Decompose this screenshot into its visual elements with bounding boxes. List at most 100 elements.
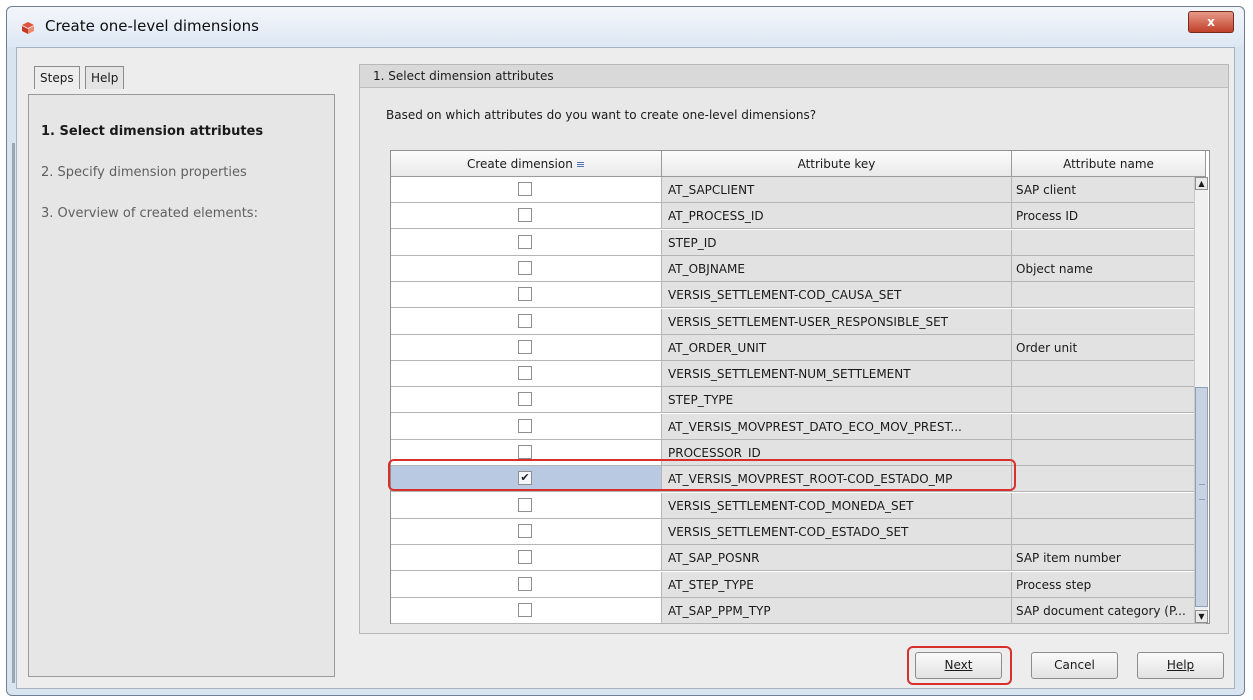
attribute-key-cell[interactable]: STEP_TYPE: [662, 387, 1012, 414]
create-dimension-cell: [391, 229, 662, 256]
app-icon: [22, 22, 34, 34]
create-dimension-checkbox[interactable]: [518, 366, 532, 381]
column-header-attribute-name[interactable]: Attribute name: [1012, 151, 1206, 177]
table-row[interactable]: VERSIS_SETTLEMENT-COD_CAUSA_SET: [391, 282, 1206, 309]
create-dimension-checkbox[interactable]: [518, 497, 532, 512]
attribute-name-cell[interactable]: [1012, 518, 1206, 545]
table-row[interactable]: VERSIS_SETTLEMENT-USER_RESPONSIBLE_SET: [391, 308, 1206, 335]
table-row[interactable]: VERSIS_SETTLEMENT-COD_ESTADO_SET: [391, 518, 1206, 545]
create-dimension-checkbox[interactable]: [518, 392, 532, 407]
column-header-create-dimension[interactable]: Create dimension ≡: [391, 151, 662, 177]
create-dimension-checkbox[interactable]: [518, 576, 532, 591]
attribute-key-cell[interactable]: VERSIS_SETTLEMENT-NUM_SETTLEMENT: [662, 361, 1012, 388]
table-row[interactable]: VERSIS_SETTLEMENT-COD_MONEDA_SET: [391, 492, 1206, 519]
create-dimension-cell: [391, 361, 662, 388]
scroll-up-arrow-icon[interactable]: ▲: [1195, 177, 1208, 190]
table-scrollbar[interactable]: ▲ ▼: [1194, 177, 1208, 623]
table-row[interactable]: AT_SAPCLIENT SAP client: [391, 177, 1206, 203]
attribute-key-cell[interactable]: VERSIS_SETTLEMENT-COD_MONEDA_SET: [662, 492, 1012, 519]
attribute-key-cell[interactable]: AT_SAP_POSNR: [662, 545, 1012, 572]
window-title: Create one-level dimensions: [45, 17, 259, 35]
steps-panel: 1. Select dimension attributes 2. Specif…: [28, 94, 335, 677]
table-row[interactable]: AT_SAP_PPM_TYP SAP document category (P..…: [391, 597, 1206, 624]
help-button[interactable]: Help: [1137, 652, 1224, 679]
scroll-down-arrow-icon[interactable]: ▼: [1195, 610, 1208, 623]
create-dimension-checkbox[interactable]: [518, 339, 532, 354]
attribute-name-cell[interactable]: [1012, 492, 1206, 519]
create-dimension-cell: [391, 597, 662, 624]
tab-steps[interactable]: Steps: [34, 66, 80, 89]
create-dimension-checkbox[interactable]: [518, 287, 532, 302]
attribute-name-cell[interactable]: [1012, 229, 1206, 256]
create-dimension-cell: [391, 492, 662, 519]
create-dimension-cell: [391, 387, 662, 414]
attribute-name-cell[interactable]: [1012, 282, 1206, 309]
close-button[interactable]: x: [1188, 11, 1234, 33]
scroll-grip-icon: [1199, 484, 1205, 500]
create-dimension-cell: [391, 177, 662, 203]
table-row[interactable]: VERSIS_SETTLEMENT-NUM_SETTLEMENT: [391, 361, 1206, 388]
attribute-name-cell[interactable]: [1012, 440, 1206, 466]
attribute-name-cell[interactable]: [1012, 308, 1206, 335]
table-row[interactable]: AT_OBJNAME Object name: [391, 255, 1206, 282]
attribute-name-cell[interactable]: [1012, 466, 1206, 493]
create-dimension-checkbox[interactable]: [518, 445, 532, 459]
table-header: Create dimension ≡ Attribute key Attribut…: [391, 151, 1206, 177]
scrollbar-thumb[interactable]: [1195, 387, 1208, 607]
table-row[interactable]: AT_VERSIS_MOVPREST_DATO_ECO_MOV_PREST...: [391, 413, 1206, 440]
attribute-key-cell[interactable]: VERSIS_SETTLEMENT-USER_RESPONSIBLE_SET: [662, 308, 1012, 335]
create-dimension-cell: [391, 308, 662, 335]
table-row[interactable]: AT_PROCESS_ID Process ID: [391, 203, 1206, 230]
table-row[interactable]: AT_STEP_TYPE Process step: [391, 571, 1206, 598]
table-row[interactable]: AT_ORDER_UNIT Order unit: [391, 334, 1206, 361]
step-specify-dimension-properties[interactable]: 2. Specify dimension properties: [41, 165, 247, 180]
close-icon: x: [1207, 15, 1215, 29]
attribute-key-cell[interactable]: STEP_ID: [662, 229, 1012, 256]
attribute-key-cell[interactable]: VERSIS_SETTLEMENT-COD_CAUSA_SET: [662, 282, 1012, 309]
create-dimension-checkbox[interactable]: [518, 418, 532, 433]
create-dimension-checkbox[interactable]: [518, 182, 532, 196]
attribute-name-cell[interactable]: Object name: [1012, 255, 1206, 282]
create-dimension-checkbox[interactable]: [518, 234, 532, 249]
attributes-table: Create dimension ≡ Attribute key Attribut…: [390, 150, 1210, 624]
attribute-name-cell[interactable]: SAP item number: [1012, 545, 1206, 572]
attribute-name-cell[interactable]: Process ID: [1012, 203, 1206, 230]
attribute-name-cell[interactable]: [1012, 413, 1206, 440]
attribute-key-cell[interactable]: AT_VERSIS_MOVPREST_DATO_ECO_MOV_PREST...: [662, 413, 1012, 440]
attribute-name-cell[interactable]: [1012, 387, 1206, 414]
step-overview-created-elements[interactable]: 3. Overview of created elements:: [41, 206, 258, 221]
tab-help[interactable]: Help: [85, 66, 125, 89]
title-bar[interactable]: Create one-level dimensions x: [7, 7, 1244, 47]
create-dimension-checkbox[interactable]: [518, 602, 532, 617]
create-dimension-cell: [391, 545, 662, 572]
attribute-name-cell[interactable]: SAP document category (P...: [1012, 597, 1206, 624]
create-dimension-cell: [391, 255, 662, 282]
attribute-key-cell[interactable]: VERSIS_SETTLEMENT-COD_ESTADO_SET: [662, 518, 1012, 545]
table-row[interactable]: AT_SAP_POSNR SAP item number: [391, 545, 1206, 572]
column-header-attribute-key[interactable]: Attribute key: [662, 151, 1012, 177]
table-row[interactable]: STEP_TYPE: [391, 387, 1206, 414]
attribute-key-cell[interactable]: AT_PROCESS_ID: [662, 203, 1012, 230]
create-dimension-checkbox[interactable]: [518, 260, 532, 275]
attribute-key-cell[interactable]: AT_ORDER_UNIT: [662, 334, 1012, 361]
create-dimension-checkbox[interactable]: [518, 550, 532, 565]
attribute-name-cell[interactable]: Process step: [1012, 571, 1206, 598]
window-left-edge: [12, 143, 15, 683]
attribute-name-cell[interactable]: SAP client: [1012, 177, 1206, 203]
cancel-button[interactable]: Cancel: [1031, 652, 1118, 679]
create-dimension-checkbox[interactable]: [518, 313, 532, 328]
content-panel: 1. Select dimension attributes Based on …: [359, 64, 1229, 634]
attribute-name-cell[interactable]: Order unit: [1012, 334, 1206, 361]
create-dimension-cell: [391, 334, 662, 361]
create-dimension-checkbox[interactable]: [518, 208, 532, 223]
step-select-dimension-attributes[interactable]: 1. Select dimension attributes: [41, 124, 263, 139]
attribute-key-cell[interactable]: AT_SAP_PPM_TYP: [662, 597, 1012, 624]
create-dimension-checkbox[interactable]: [518, 523, 532, 538]
highlight-next-button: [907, 646, 1012, 685]
table-row[interactable]: STEP_ID: [391, 229, 1206, 256]
attribute-name-cell[interactable]: [1012, 361, 1206, 388]
attribute-key-cell[interactable]: AT_OBJNAME: [662, 255, 1012, 282]
steps-sidebar: Steps Help 1. Select dimension attribute…: [28, 66, 343, 677]
attribute-key-cell[interactable]: AT_STEP_TYPE: [662, 571, 1012, 598]
attribute-key-cell[interactable]: AT_SAPCLIENT: [662, 177, 1012, 203]
